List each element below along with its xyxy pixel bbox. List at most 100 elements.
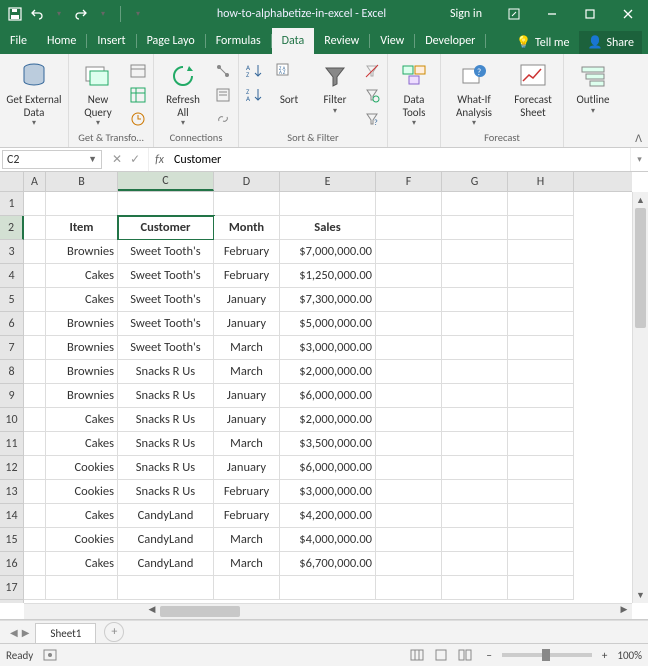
- reapply-icon[interactable]: [361, 84, 383, 106]
- collapse-ribbon-icon[interactable]: ᐱ: [635, 132, 642, 145]
- redo-dropdown[interactable]: ▾: [94, 5, 112, 23]
- cell[interactable]: January: [214, 288, 280, 312]
- cell[interactable]: [376, 432, 442, 456]
- undo-dropdown[interactable]: ▾: [50, 5, 68, 23]
- from-table-icon[interactable]: [127, 84, 149, 106]
- row-header-1[interactable]: 1: [0, 192, 23, 216]
- cell[interactable]: Brownies: [46, 360, 118, 384]
- new-query-button[interactable]: New Query▾: [73, 58, 123, 130]
- expand-formula-bar[interactable]: ▾: [630, 148, 648, 171]
- cell[interactable]: Snacks R Us: [118, 408, 214, 432]
- tab-review[interactable]: Review: [314, 28, 369, 54]
- cell[interactable]: [442, 336, 508, 360]
- tell-me[interactable]: 💡Tell me: [516, 35, 569, 50]
- cell[interactable]: $4,200,000.00: [280, 504, 376, 528]
- zoom-in-button[interactable]: +: [602, 649, 607, 662]
- cell[interactable]: [442, 384, 508, 408]
- cell[interactable]: Sweet Tooth's: [118, 264, 214, 288]
- cell[interactable]: [376, 360, 442, 384]
- edit-links-icon[interactable]: [212, 108, 234, 130]
- cell[interactable]: Sweet Tooth's: [118, 240, 214, 264]
- connections-icon[interactable]: [212, 60, 234, 82]
- cell[interactable]: [508, 240, 574, 264]
- cell[interactable]: [24, 360, 46, 384]
- row-header-4[interactable]: 4: [0, 264, 23, 288]
- vertical-scrollbar[interactable]: ▲▼: [632, 192, 648, 603]
- cell[interactable]: March: [214, 432, 280, 456]
- cell[interactable]: [442, 576, 508, 600]
- cell[interactable]: Cookies: [46, 456, 118, 480]
- cell[interactable]: [376, 264, 442, 288]
- cell[interactable]: Snacks R Us: [118, 432, 214, 456]
- cell[interactable]: Brownies: [46, 240, 118, 264]
- redo-icon[interactable]: [72, 5, 90, 23]
- cell[interactable]: [46, 576, 118, 600]
- row-header-2[interactable]: 2: [0, 216, 24, 240]
- recent-sources-icon[interactable]: [127, 108, 149, 130]
- cell[interactable]: [118, 576, 214, 600]
- sheet-tab-sheet1[interactable]: Sheet1: [35, 623, 96, 643]
- cell[interactable]: Sweet Tooth's: [118, 312, 214, 336]
- minimize-button[interactable]: [534, 0, 570, 28]
- cell[interactable]: [376, 552, 442, 576]
- cell[interactable]: [376, 408, 442, 432]
- share-button[interactable]: 👤Share: [579, 31, 642, 54]
- tab-page-layout[interactable]: Page Layo: [137, 28, 205, 54]
- col-header-G[interactable]: G: [442, 172, 508, 191]
- cell[interactable]: Cookies: [46, 480, 118, 504]
- sheet-nav-next[interactable]: ▶: [22, 626, 30, 639]
- row-header-13[interactable]: 13: [0, 480, 23, 504]
- cell[interactable]: [24, 432, 46, 456]
- add-sheet-button[interactable]: +: [104, 622, 124, 642]
- cell[interactable]: [442, 240, 508, 264]
- what-if-button[interactable]: ? What-If Analysis▾: [445, 58, 503, 130]
- cell[interactable]: March: [214, 528, 280, 552]
- cell[interactable]: [508, 312, 574, 336]
- tab-view[interactable]: View: [370, 28, 414, 54]
- cell[interactable]: January: [214, 408, 280, 432]
- cell[interactable]: [24, 240, 46, 264]
- zoom-slider[interactable]: [502, 653, 592, 657]
- name-box[interactable]: C2▼: [2, 150, 102, 169]
- cell[interactable]: [376, 192, 442, 216]
- horizontal-scrollbar[interactable]: ◀▶: [24, 603, 632, 619]
- sign-in-link[interactable]: Sign in: [450, 7, 482, 21]
- cell[interactable]: [280, 192, 376, 216]
- forecast-sheet-button[interactable]: Forecast Sheet: [507, 58, 559, 121]
- cell[interactable]: [376, 336, 442, 360]
- col-header-E[interactable]: E: [280, 172, 376, 191]
- cell[interactable]: [508, 264, 574, 288]
- cell[interactable]: [24, 528, 46, 552]
- row-header-15[interactable]: 15: [0, 528, 23, 552]
- col-header-A[interactable]: A: [24, 172, 46, 191]
- cell[interactable]: [376, 456, 442, 480]
- row-header-14[interactable]: 14: [0, 504, 23, 528]
- cell[interactable]: [46, 192, 118, 216]
- cell[interactable]: January: [214, 312, 280, 336]
- cell[interactable]: February: [214, 504, 280, 528]
- sort-asc-button[interactable]: AZ: [243, 60, 265, 82]
- cell[interactable]: $3,500,000.00: [280, 432, 376, 456]
- cell[interactable]: January: [214, 384, 280, 408]
- properties-icon[interactable]: [212, 84, 234, 106]
- cell[interactable]: Cakes: [46, 504, 118, 528]
- cell[interactable]: [442, 312, 508, 336]
- cell[interactable]: [442, 456, 508, 480]
- save-icon[interactable]: [6, 5, 24, 23]
- cell[interactable]: [376, 312, 442, 336]
- cell[interactable]: [376, 528, 442, 552]
- select-all-corner[interactable]: [0, 172, 24, 192]
- cell[interactable]: [24, 216, 46, 240]
- cell[interactable]: [24, 336, 46, 360]
- cell[interactable]: $6,000,000.00: [280, 456, 376, 480]
- cell[interactable]: [24, 384, 46, 408]
- cell[interactable]: [24, 408, 46, 432]
- cell[interactable]: Sales: [280, 216, 376, 240]
- cell[interactable]: March: [214, 552, 280, 576]
- cell[interactable]: [24, 192, 46, 216]
- cells-area[interactable]: ItemCustomerMonthSalesBrowniesSweet Toot…: [24, 192, 632, 603]
- page-layout-view-button[interactable]: [430, 646, 452, 664]
- col-header-D[interactable]: D: [214, 172, 280, 191]
- fx-icon[interactable]: fx: [149, 148, 170, 171]
- cell[interactable]: [376, 504, 442, 528]
